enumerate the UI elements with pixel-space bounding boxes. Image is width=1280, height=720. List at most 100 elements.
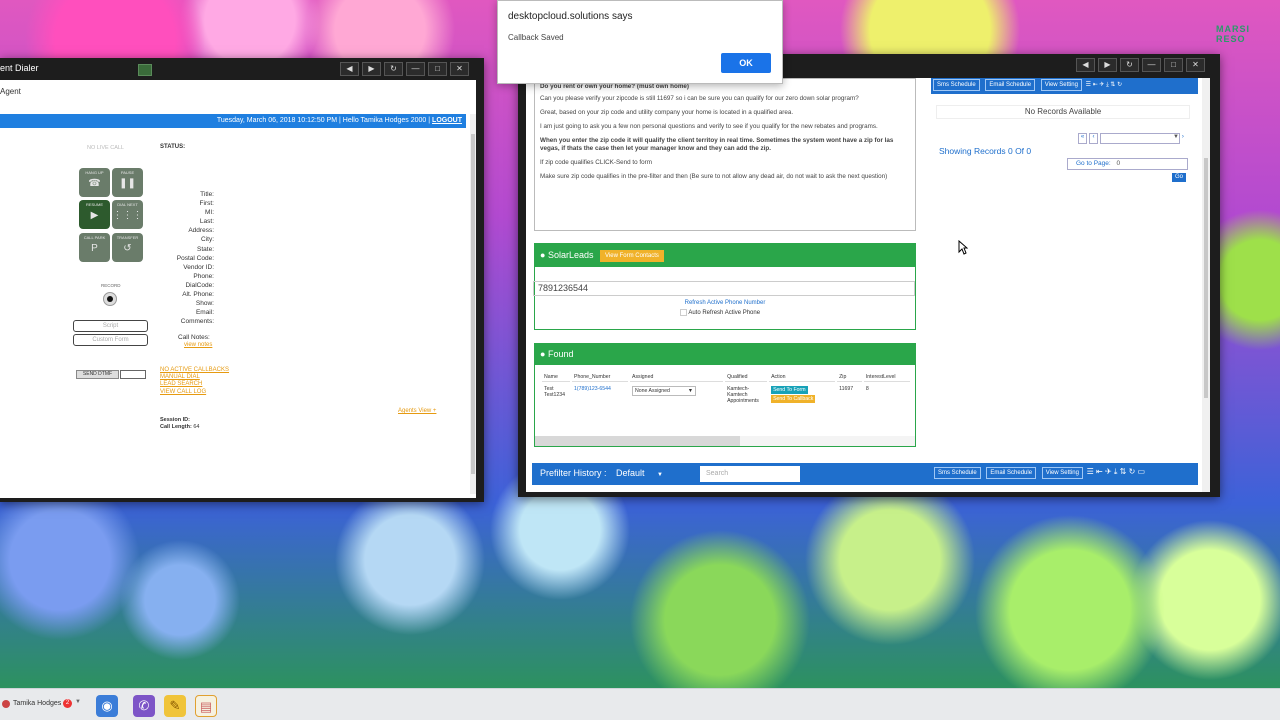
go-button[interactable]: Go [1172, 173, 1186, 182]
email-schedule-button[interactable]: Email Schedule [986, 467, 1037, 479]
next-page-icon[interactable]: › [1182, 134, 1187, 140]
script-button[interactable]: Script [73, 320, 148, 332]
first-page-icon[interactable]: « [1078, 133, 1087, 144]
script-line: Do you rent or own your home? (must own … [540, 83, 690, 90]
no-active-callbacks-link[interactable]: NO ACTIVE CALLBACKS [160, 367, 229, 374]
dialer-links: NO ACTIVE CALLBACKS MANUAL DIAL LEAD SEA… [160, 367, 229, 396]
field-dialcode: DialCode: [185, 281, 214, 289]
script-line: I am just going to ask you a few non per… [540, 123, 878, 130]
pause-button[interactable]: PAUSE ❚❚ [112, 168, 143, 197]
back-icon[interactable]: ◀ [1076, 58, 1095, 72]
refresh-icon[interactable]: ↻ [384, 62, 403, 76]
found-title: Found [547, 349, 574, 359]
resume-button[interactable]: RESUME ▶ [79, 200, 110, 229]
assigned-select[interactable]: None Assigned ▼ [632, 386, 696, 396]
prefilter-value: Default [616, 468, 645, 478]
logout-link[interactable]: LOGOUT [432, 117, 462, 124]
crm-scrollbar[interactable] [1202, 78, 1210, 492]
close-icon[interactable]: ✕ [1186, 58, 1205, 72]
assigned-value: None Assigned [635, 388, 670, 394]
minimize-icon[interactable]: — [1142, 58, 1161, 72]
send-to-form-button[interactable]: Send To Form [771, 386, 808, 394]
manual-dial-link[interactable]: MANUAL DIAL [160, 374, 229, 381]
record-dot-icon [107, 296, 113, 302]
dialer-scrollbar[interactable] [470, 114, 476, 494]
call-park-label: CALL PARK [83, 235, 106, 240]
wallpaper-logo: MARSI RESO [1216, 24, 1250, 44]
prefilter-select[interactable]: Default ▼ [616, 468, 676, 478]
refresh-icon[interactable]: ↻ [1120, 58, 1139, 72]
dial-next-button[interactable]: DIAL NEXT ⋮⋮⋮ [112, 200, 143, 229]
field-postal-code: Postal Code: [176, 254, 214, 262]
refresh-active-phone-link[interactable]: Refresh Active Phone Number [535, 300, 915, 306]
files-app-icon[interactable]: ◉ [96, 695, 118, 717]
col-assigned: Assigned [630, 373, 724, 382]
active-phone-field[interactable]: 7891236544 [533, 281, 915, 296]
alert-dialog: desktopcloud.solutions says Callback Sav… [497, 0, 783, 84]
record-button[interactable] [103, 292, 117, 306]
back-icon[interactable]: ◀ [340, 62, 359, 76]
chevron-down-icon: ▼ [687, 388, 693, 394]
taskbar-user[interactable]: Tamika Hodges [13, 700, 61, 707]
forward-icon[interactable]: ▶ [1098, 58, 1117, 72]
sms-schedule-button[interactable]: Sms Schedule [934, 467, 981, 479]
auto-refresh-checkbox[interactable] [680, 309, 687, 316]
hang-up-button[interactable]: HANG UP ☎ [79, 168, 110, 197]
view-notes-link[interactable]: view notes [184, 342, 212, 349]
prefilter-bar: Prefilter History : Default ▼ Search Sms… [532, 463, 1198, 485]
table-hscroll-thumb[interactable] [535, 436, 740, 446]
script-line: When you enter the zip code it will qual… [540, 137, 894, 152]
maximize-icon[interactable]: □ [428, 62, 447, 76]
found-table: Name Phone_Number Assigned Qualified Act… [540, 371, 912, 408]
call-park-button[interactable]: CALL PARK P [79, 233, 110, 262]
script-line: Can you please verify your zipcode is st… [540, 95, 859, 102]
dialer-scroll-thumb[interactable] [471, 134, 475, 474]
cell-phone[interactable]: 1(789)123-6544 [572, 384, 628, 406]
search-input[interactable]: Search [700, 466, 800, 482]
phone-app-icon[interactable]: ✆ [133, 695, 155, 717]
send-to-callback-button[interactable]: Send To Callback [771, 395, 816, 403]
notes-app-icon[interactable]: ✎ [164, 695, 186, 717]
clipboard-app-icon[interactable]: ▤ [195, 695, 217, 717]
table-hscroll[interactable] [535, 436, 915, 446]
toolbar-icons[interactable]: ☰ ⇤ ✈ ⤓ ⇅ ↻ ▭ [1087, 467, 1145, 476]
chevron-down-icon[interactable]: ▼ [75, 699, 81, 705]
send-dtmf-button[interactable]: SEND DTMF [76, 370, 119, 379]
agents-view-link[interactable]: Agents View + [398, 408, 436, 415]
call-length-value: 64 [193, 424, 200, 430]
view-setting-button[interactable]: View Setting [1041, 467, 1083, 479]
toolbar-icons[interactable]: ☰ ⇤ ✈ ⤓ ⇅ ↻ [1086, 82, 1122, 88]
auto-refresh-row: Auto Refresh Active Phone [680, 309, 760, 316]
ok-button[interactable]: OK [721, 53, 771, 73]
user-avatar[interactable] [2, 700, 10, 708]
table-row: Test Test1234 1(789)123-6544 None Assign… [542, 384, 910, 406]
page-select[interactable]: ▼ [1099, 133, 1180, 144]
parking-icon: P [91, 243, 98, 254]
agent-tab[interactable]: Agent [0, 87, 21, 96]
forward-icon[interactable]: ▶ [362, 62, 381, 76]
pause-label: PAUSE [120, 170, 135, 175]
minimize-icon[interactable]: — [406, 62, 425, 76]
view-form-contacts-button[interactable]: View Form Contacts [600, 249, 664, 262]
record-label: RECORD [101, 283, 121, 288]
transfer-button[interactable]: TRANSFER ↺ [112, 233, 143, 262]
maximize-icon[interactable]: □ [1164, 58, 1183, 72]
crm-scroll-thumb[interactable] [1204, 158, 1208, 398]
col-zip: Zip [837, 373, 862, 382]
dtmf-input[interactable] [120, 370, 146, 379]
view-setting-button[interactable]: View Setting [1040, 79, 1082, 91]
lead-search-link[interactable]: LEAD SEARCH [160, 381, 229, 388]
email-schedule-button[interactable]: Email Schedule [985, 79, 1036, 91]
status-line: Tuesday, March 06, 2018 10:12:50 PM | He… [0, 114, 466, 128]
close-icon[interactable]: ✕ [450, 62, 469, 76]
cell-name: Test Test1234 [544, 386, 566, 398]
dialer-titlebar[interactable]: ent Dialer ◀ ▶ ↻ — □ ✕ [0, 58, 484, 80]
go-to-page-input[interactable]: 0 [1117, 160, 1121, 167]
prev-page-icon[interactable]: ‹ [1088, 133, 1098, 144]
prefilter-title: Prefilter History : [540, 468, 607, 478]
prefilter-buttons: Sms Schedule Email Schedule View Setting… [932, 466, 1145, 480]
custom-form-button[interactable]: Custom Form [73, 334, 148, 346]
view-call-log-link[interactable]: VIEW CALL LOG [160, 389, 229, 396]
cell-qualified: Kamtech-Kamtech Appointments [727, 386, 759, 404]
sms-schedule-button[interactable]: Sms Schedule [933, 79, 980, 91]
